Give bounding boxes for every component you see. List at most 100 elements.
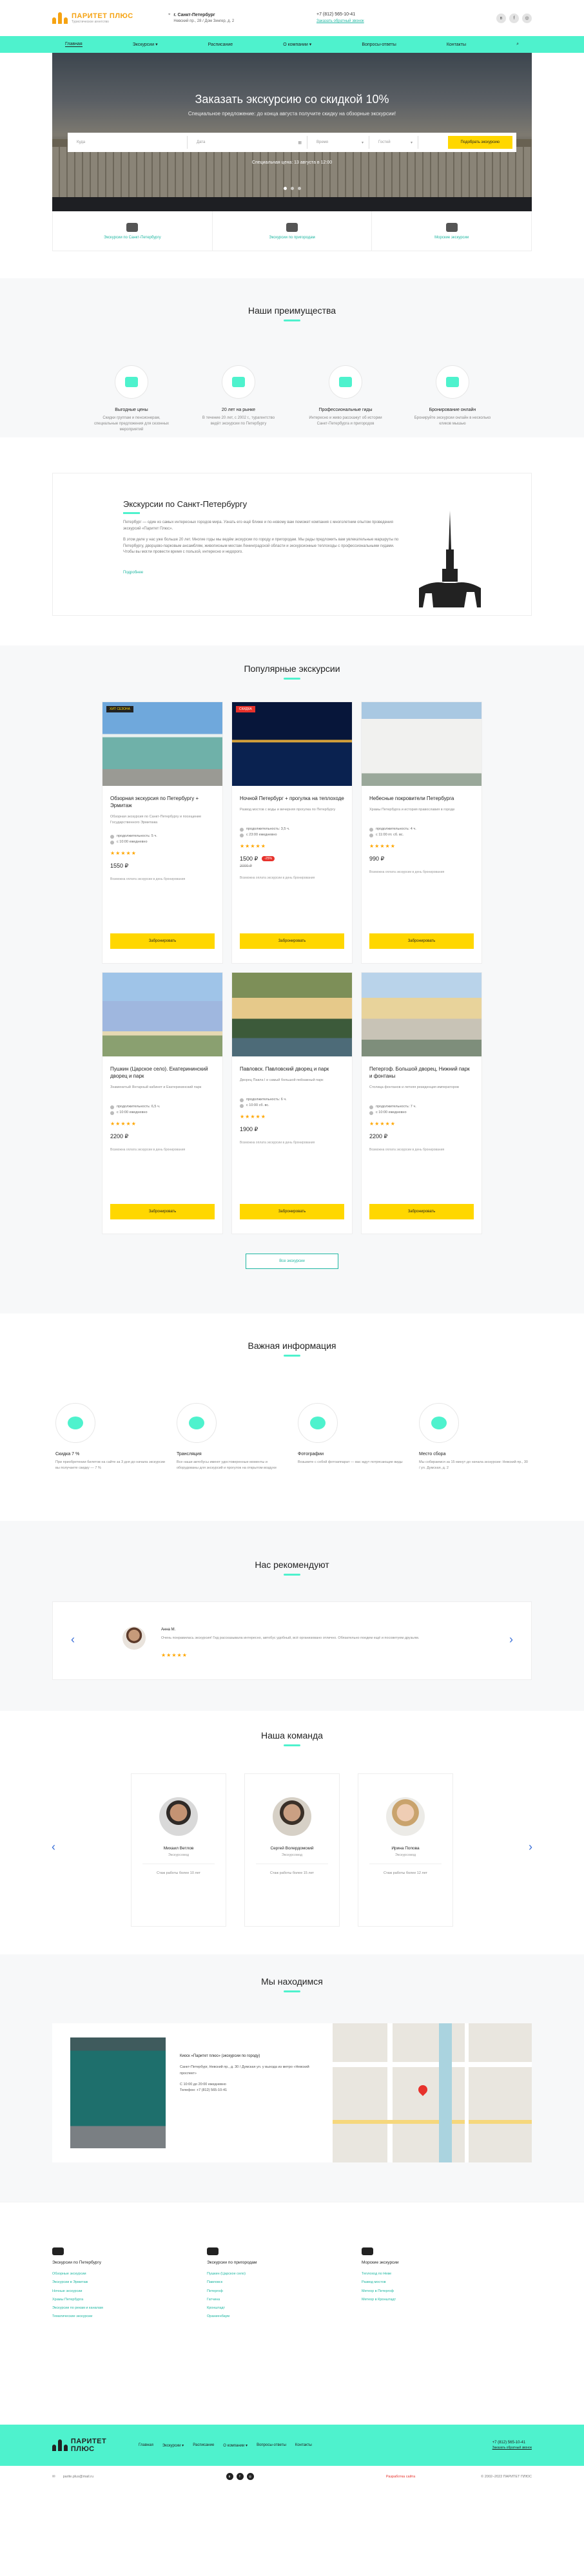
more-link[interactable]: Подробнее <box>123 571 143 575</box>
footer-link[interactable]: Петергоф <box>207 2289 326 2294</box>
section-title: Наши преимущества <box>248 305 336 316</box>
feature-item[interactable]: Экскурсии по пригородам <box>213 211 373 251</box>
instagram-icon[interactable]: ◎ <box>246 2473 254 2480</box>
nav-item[interactable]: Контакты <box>447 43 466 47</box>
book-button[interactable]: Забронировать <box>240 1204 344 1219</box>
footer-link[interactable]: Теплоход по Неве <box>362 2271 480 2276</box>
tour-title[interactable]: Пушкин (Царское село). Екатерининский дв… <box>110 1065 215 1080</box>
nav-item[interactable]: О компании ▾ <box>283 42 311 47</box>
footer-link[interactable]: Экскурсии в Эрмитаж <box>52 2280 171 2285</box>
footer-link[interactable]: Храмы Петербурга <box>52 2297 171 2302</box>
footer-nav-item[interactable]: Главная <box>139 2443 153 2448</box>
tour-title[interactable]: Павловск. Павловский дворец и парк <box>240 1065 344 1073</box>
clock-icon <box>240 828 244 832</box>
tour-image[interactable]: СКИДКА <box>232 702 352 786</box>
tour-image[interactable] <box>362 973 482 1056</box>
developer-link[interactable]: Разработка сайта <box>386 2475 415 2479</box>
book-button[interactable]: Забронировать <box>240 933 344 949</box>
footer-link[interactable]: Пушкин (Царское село) <box>207 2271 326 2276</box>
city-bus-icon <box>52 2247 64 2255</box>
tour-card[interactable]: Пушкин (Царское село). Екатерининский дв… <box>102 972 223 1234</box>
footer-link[interactable]: Метеор в Петергоф <box>362 2289 480 2294</box>
footer-nav-item[interactable]: Контакты <box>295 2443 312 2448</box>
tour-image[interactable] <box>102 973 222 1056</box>
tour-title[interactable]: Обзорная экскурсия по Петербургу + Эрмит… <box>110 795 215 809</box>
footer-link[interactable]: Развод мостов <box>362 2280 480 2285</box>
footer-link[interactable]: Павловск <box>207 2280 326 2285</box>
footer-nav-item[interactable]: Вопросы-ответы <box>257 2443 286 2448</box>
guests-field[interactable]: Гостей ▾ <box>373 136 418 149</box>
arrow-left-icon[interactable]: ‹ <box>71 1633 75 1646</box>
footer: Экскурсии по Петербургу Обзорные экскурси… <box>0 2202 584 2425</box>
footer-link[interactable]: Метеор в Кронштадт <box>362 2297 480 2302</box>
facebook-icon[interactable]: f <box>236 2473 244 2480</box>
slider-dots[interactable] <box>52 187 532 190</box>
phone-number[interactable]: +7 (812) 565-10-41 <box>316 12 496 19</box>
footer-link[interactable]: Гатчина <box>207 2297 326 2302</box>
nav-item[interactable]: Расписание <box>208 43 233 47</box>
tour-title[interactable]: Петергоф. Большой дворец, Нижний парк и … <box>369 1065 474 1080</box>
tour-image[interactable]: ХИТ СЕЗОНА <box>102 702 222 786</box>
book-button[interactable]: Забронировать <box>110 1204 215 1219</box>
tour-duration: продолжительность: 3,5 ч. <box>246 827 290 832</box>
instagram-icon[interactable]: ◎ <box>522 13 532 23</box>
vk-icon[interactable]: в <box>496 13 506 23</box>
advantage-item: Выгодные цены Скидки группам и пенсионера… <box>93 365 170 433</box>
rating-stars: ★★★★★ <box>240 843 266 849</box>
book-button[interactable]: Забронировать <box>110 933 215 949</box>
callback-link[interactable]: Заказать обратный звонок <box>316 19 496 24</box>
tour-card[interactable]: Павловск. Павловский дворец и парк Дворец… <box>231 972 353 1234</box>
time-field[interactable]: Время ▾ <box>311 136 369 149</box>
tour-duration: продолжительность: 6 ч. <box>246 1098 287 1102</box>
footer-nav-item[interactable]: Расписание <box>193 2443 214 2448</box>
info-title: Место сбора <box>419 1452 446 1456</box>
tour-card[interactable]: ХИТ СЕЗОНА Обзорная экскурсия по Петербур… <box>102 701 223 964</box>
member-text: Стаж работы более 15 лет <box>269 1871 315 1875</box>
footer-logo[interactable]: ПАРИТЕТ ПЛЮС <box>52 2438 130 2453</box>
tour-meta: продолжительность: 7 ч. с 10:00 ежедневно <box>369 1104 474 1116</box>
footer-phone[interactable]: +7 (812) 565-10-41 <box>492 2440 532 2446</box>
footer-nav-item[interactable]: О компании ▾ <box>223 2443 248 2448</box>
destination-field[interactable]: Куда <box>72 136 188 149</box>
tour-card[interactable]: Небесные покровители Петербурга Храмы Пет… <box>361 701 482 964</box>
map[interactable]: Киоск «Паритет плюс» (экскурсии по город… <box>52 2023 532 2162</box>
feature-item[interactable]: Морские экскурсии <box>372 211 531 251</box>
tour-title[interactable]: Ночной Петербург + прогулка на теплоходе <box>240 795 344 802</box>
info-title: Фотографии <box>298 1452 324 1456</box>
arrow-right-icon[interactable]: › <box>529 1840 532 1854</box>
nav-item[interactable]: Экскурсии ▾ <box>133 42 158 47</box>
nav-item[interactable]: Главная <box>65 42 83 47</box>
tour-image[interactable] <box>362 702 482 786</box>
advantage-item: Профессиональные гиды Интересно и живо ра… <box>307 365 384 433</box>
search-icon[interactable]: ⌕ <box>516 42 519 47</box>
arrow-right-icon[interactable]: › <box>509 1633 513 1646</box>
footer-link[interactable]: Экскурсии по рекам и каналам <box>52 2305 171 2311</box>
book-button[interactable]: Забронировать <box>369 1204 474 1219</box>
map-pin-icon[interactable] <box>416 2083 429 2096</box>
tour-card[interactable]: СКИДКА Ночной Петербург + прогулка на теп… <box>231 701 353 964</box>
footer-callback-link[interactable]: Заказать обратный звонок <box>492 2446 532 2451</box>
vk-icon[interactable]: в <box>226 2473 233 2480</box>
logo[interactable]: ПАРИТЕТ ПЛЮС Туристическое агентство <box>52 12 168 24</box>
footer-nav-item[interactable]: Экскурсии ▾ <box>162 2443 184 2448</box>
date-field[interactable]: Дата ▦ <box>191 136 307 149</box>
find-tour-button[interactable]: Подобрать экскурсию <box>447 136 512 149</box>
tour-description: Развод мостов с воды и вечерняя прогулка… <box>240 808 336 812</box>
facebook-icon[interactable]: f <box>509 13 519 23</box>
nav-item[interactable]: Вопросы-ответы <box>362 43 396 47</box>
footer-email[interactable]: parite.plus@mail.ru <box>63 2475 93 2479</box>
footer-link[interactable]: Кронштадт <box>207 2305 326 2311</box>
footer-link[interactable]: Ораниенбаум <box>207 2314 326 2319</box>
book-button[interactable]: Забронировать <box>369 933 474 949</box>
member-role: Экскурсовод <box>168 1853 190 1857</box>
all-tours-button[interactable]: Все экскурсии <box>246 1254 338 1269</box>
tour-image[interactable] <box>232 973 352 1056</box>
footer-link[interactable]: Тематические экскурсии <box>52 2314 171 2319</box>
calendar-icon <box>369 833 373 837</box>
arrow-left-icon[interactable]: ‹ <box>52 1840 55 1854</box>
footer-link[interactable]: Ночные экскурсии <box>52 2289 171 2294</box>
footer-link[interactable]: Обзорные экскурсии <box>52 2271 171 2276</box>
tour-title[interactable]: Небесные покровители Петербурга <box>369 795 474 802</box>
feature-item[interactable]: Экскурсии по Санкт-Петербургу <box>53 211 213 251</box>
tour-card[interactable]: Петергоф. Большой дворец, Нижний парк и … <box>361 972 482 1234</box>
